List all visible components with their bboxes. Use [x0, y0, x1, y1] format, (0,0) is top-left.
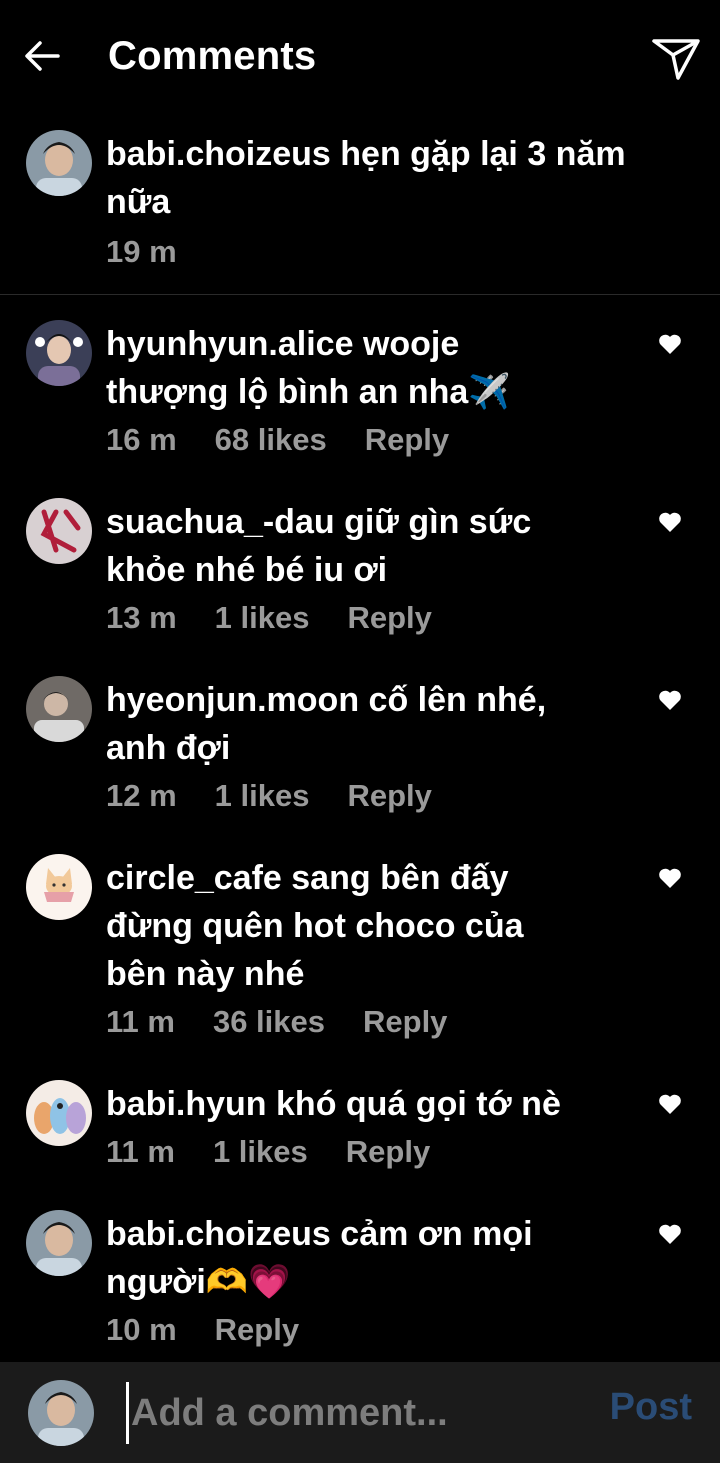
comment-username[interactable]: babi.hyun	[106, 1085, 267, 1123]
comment-body: giữ gìn sức	[344, 503, 532, 541]
comment-text: suachua_-dau giữ gìn sức khỏe nhé bé iu …	[106, 498, 531, 594]
reply-button[interactable]: Reply	[347, 600, 431, 636]
heart-icon[interactable]	[658, 867, 682, 889]
comment-meta: 16 m 68 likes Reply	[106, 422, 449, 458]
reply-button[interactable]: Reply	[347, 778, 431, 814]
comment-time: 13 m	[106, 600, 177, 635]
comment-body: thượng lộ bình an nha✈️	[106, 373, 511, 411]
avatar[interactable]	[26, 1080, 92, 1146]
comment-body: khỏe nhé bé iu ơi	[106, 551, 388, 589]
caption-line1: hẹn gặp lại 3 năm	[340, 135, 626, 173]
comment-likes[interactable]: 1 likes	[215, 778, 310, 814]
comment-text: babi.choizeus cảm ơn mọi người🫶💗	[106, 1210, 533, 1306]
avatar[interactable]	[26, 1210, 92, 1276]
comment-username[interactable]: circle_cafe	[106, 859, 282, 897]
comment-text: circle_cafe sang bên đấy đừng quên hot c…	[106, 854, 524, 998]
avatar[interactable]	[26, 854, 92, 920]
caption-text: babi.choizeus hẹn gặp lại 3 năm nữa	[106, 130, 626, 226]
comment-likes[interactable]: 1 likes	[213, 1134, 308, 1170]
heart-icon[interactable]	[658, 1223, 682, 1245]
heart-icon[interactable]	[658, 689, 682, 711]
comment-meta: 11 m 36 likes Reply	[106, 1004, 447, 1040]
comment-meta: 11 m 1 likes Reply	[106, 1134, 430, 1170]
caption: babi.choizeus hẹn gặp lại 3 năm nữa 19 m	[0, 118, 720, 295]
comment-input[interactable]	[126, 1382, 603, 1444]
comment-time: 11 m	[106, 1004, 175, 1039]
comment-username[interactable]: suachua_-dau	[106, 503, 335, 541]
reply-button[interactable]: Reply	[363, 1004, 447, 1040]
caption-time: 19 m	[106, 234, 177, 269]
comment-likes[interactable]: 1 likes	[215, 600, 310, 636]
avatar[interactable]	[26, 320, 92, 386]
comment-meta: 13 m 1 likes Reply	[106, 600, 432, 636]
share-button[interactable]	[650, 36, 702, 82]
comment-username[interactable]: hyunhyun.alice	[106, 325, 354, 363]
comment-body: cố lên nhé,	[368, 681, 547, 719]
comment-composer: Post	[0, 1362, 720, 1463]
caption-meta: 19 m	[106, 234, 177, 270]
reply-button[interactable]: Reply	[365, 422, 449, 458]
avatar	[28, 1380, 94, 1446]
comment-body: đừng quên hot choco của	[106, 907, 524, 945]
back-arrow-icon	[25, 41, 60, 71]
reply-button[interactable]: Reply	[215, 1312, 299, 1348]
comment-username[interactable]: babi.choizeus	[106, 1215, 331, 1253]
heart-icon[interactable]	[658, 1093, 682, 1115]
caption-line2: nữa	[106, 183, 171, 221]
back-button[interactable]	[22, 36, 62, 76]
comment-body: khó quá gọi tớ nè	[276, 1085, 561, 1123]
comment-likes[interactable]: 36 likes	[213, 1004, 325, 1040]
comment-text: hyunhyun.alice wooje thượng lộ bình an n…	[106, 320, 511, 416]
comment-time: 11 m	[106, 1134, 175, 1169]
comment-body: wooje	[362, 325, 460, 363]
comment-body: anh đợi	[106, 729, 231, 767]
avatar[interactable]	[26, 498, 92, 564]
comment-text: babi.hyun khó quá gọi tớ nè	[106, 1080, 561, 1128]
page-title: Comments	[108, 34, 317, 78]
caption-username[interactable]: babi.choizeus	[106, 135, 331, 173]
comment-time: 10 m	[106, 1312, 177, 1347]
header: Comments	[0, 0, 720, 118]
comment-likes[interactable]: 68 likes	[215, 422, 327, 458]
comment-body: bên này nhé	[106, 955, 305, 993]
avatar[interactable]	[26, 676, 92, 742]
comment-body: cảm ơn mọi	[340, 1215, 533, 1253]
avatar[interactable]	[26, 130, 92, 196]
comment-body: sang bên đấy	[291, 859, 509, 897]
heart-icon[interactable]	[658, 511, 682, 533]
comment-text: hyeonjun.moon cố lên nhé, anh đợi	[106, 676, 546, 772]
send-icon	[652, 39, 700, 80]
reply-button[interactable]: Reply	[346, 1134, 430, 1170]
comment-time: 16 m	[106, 422, 177, 457]
post-button[interactable]: Post	[610, 1386, 692, 1429]
comment-meta: 10 m Reply	[106, 1312, 299, 1348]
heart-icon[interactable]	[658, 333, 682, 355]
comment-meta: 12 m 1 likes Reply	[106, 778, 432, 814]
comment-body: người🫶💗	[106, 1263, 291, 1301]
comment-username[interactable]: hyeonjun.moon	[106, 681, 359, 719]
comment-time: 12 m	[106, 778, 177, 813]
